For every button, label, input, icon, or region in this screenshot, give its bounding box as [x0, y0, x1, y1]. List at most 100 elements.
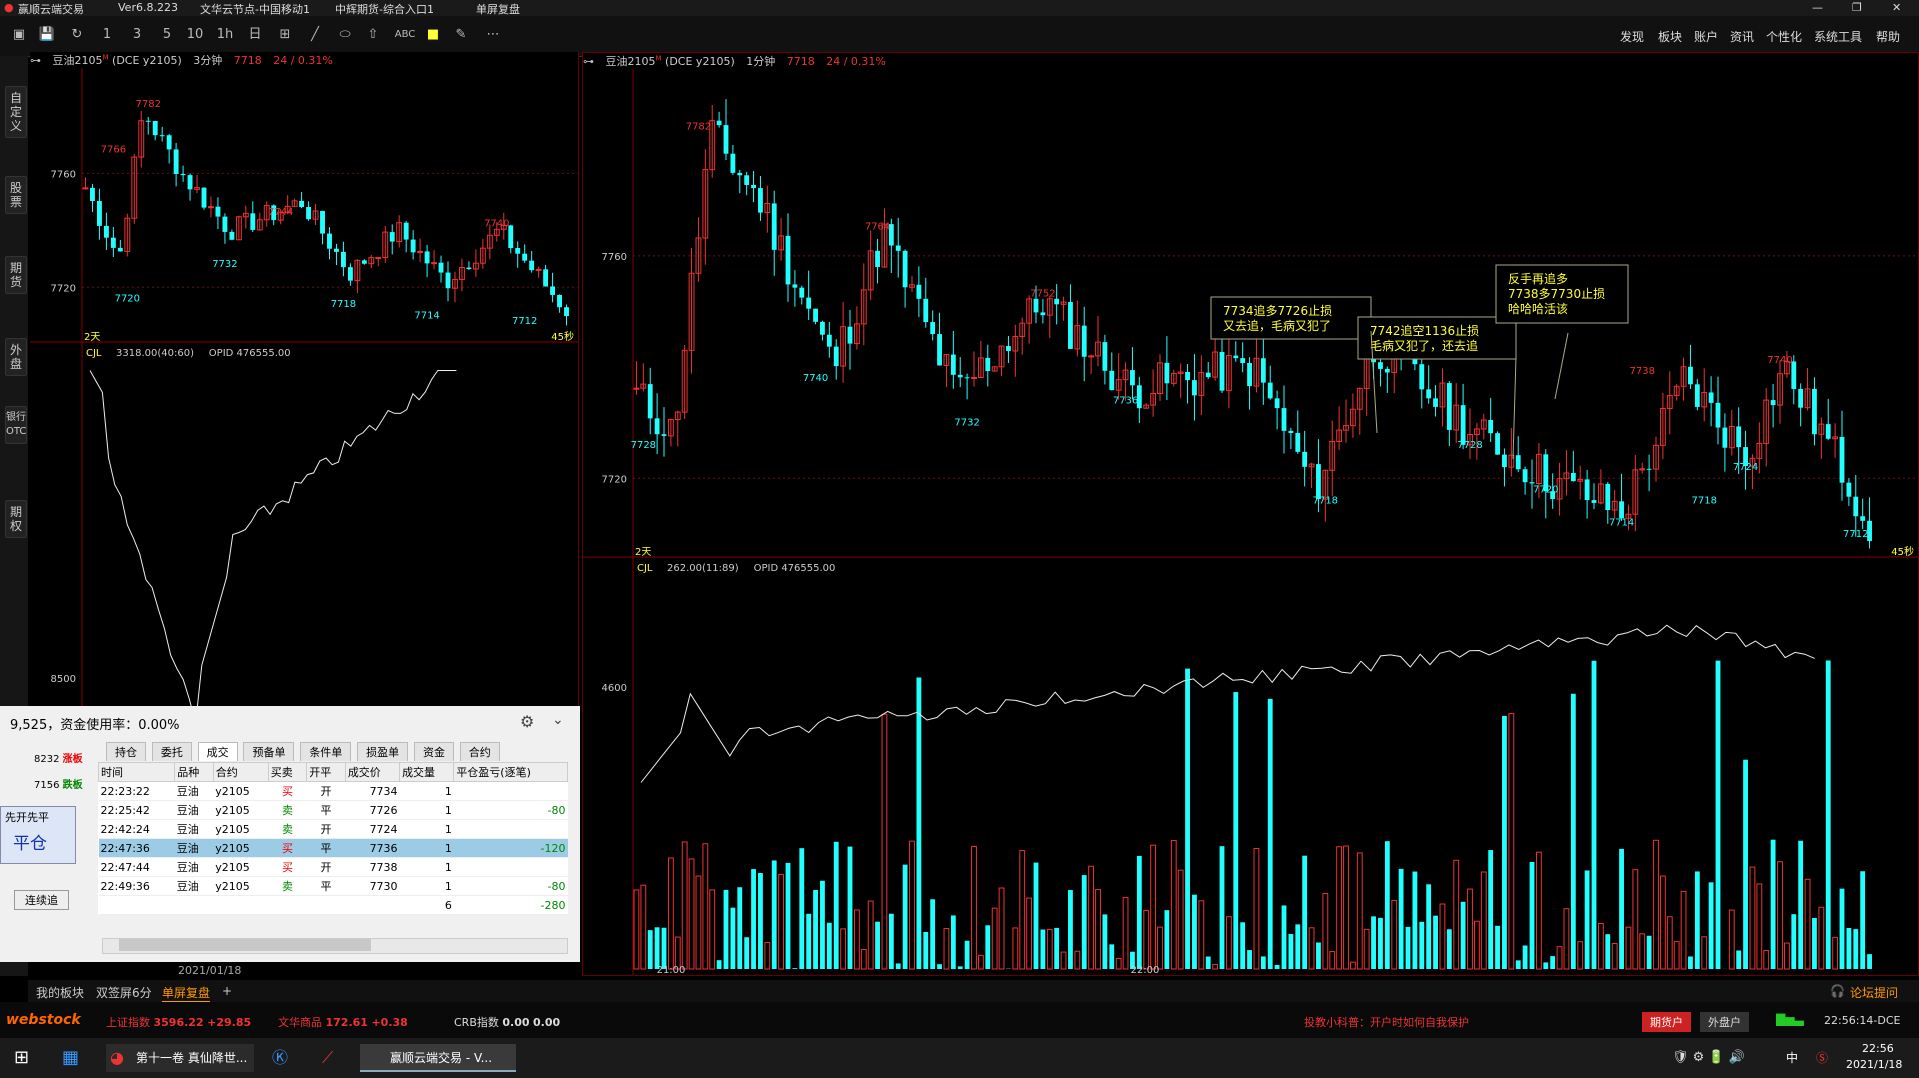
right-period-select[interactable]: 1分钟	[746, 55, 775, 68]
period-day-button[interactable]: 日	[246, 26, 264, 44]
tab-orders[interactable]: 委托	[151, 742, 192, 761]
color-swatch-icon[interactable]: ■	[424, 26, 442, 44]
line-tool-icon[interactable]: ╱	[306, 26, 324, 44]
column-header[interactable]: 品种	[174, 762, 214, 782]
volume-bar-down	[1068, 890, 1073, 969]
table-row[interactable]: 22:47:36 豆油 y2105 买平 7736 1 -120	[98, 838, 568, 858]
continuous-chase-button[interactable]: 连续追	[14, 890, 69, 910]
ime-indicator[interactable]: 中	[1786, 1044, 1798, 1072]
tab-stop-profit[interactable]: 损盈单	[357, 742, 409, 761]
collapse-icon[interactable]: ⌄	[552, 712, 564, 728]
close-button[interactable]: ✕	[1892, 1, 1901, 14]
column-header[interactable]: 时间	[97, 762, 176, 782]
tab-conditional[interactable]: 条件单	[300, 742, 352, 761]
taskbar-trading-app[interactable]: 赢顺云端交易 - V...	[360, 1044, 516, 1072]
refresh-icon[interactable]: ↻	[68, 26, 86, 44]
column-header[interactable]: 平仓盈亏(逐笔)	[453, 762, 568, 782]
index-wh[interactable]: 文华商品 172.61 +0.38	[278, 1014, 408, 1030]
eraser-icon[interactable]: ✎	[452, 26, 470, 44]
left-chart-panel[interactable]: ⊶ 豆油2105M (DCE y2105) 3分钟 7718 24 / 0.31…	[30, 52, 579, 706]
nav-bank-otc[interactable]: 银行OTC	[5, 406, 27, 444]
menu-discover[interactable]: 发现	[1620, 28, 1644, 45]
tab-positions[interactable]: 持仓	[106, 742, 146, 761]
column-header[interactable]: 成交量	[399, 762, 455, 782]
futures-account-button[interactable]: 期货户	[1642, 1012, 1691, 1032]
column-header[interactable]: 开平	[306, 762, 346, 782]
table-row[interactable]: 22:23:22 豆油 y2105 买开 7734 1	[98, 781, 568, 801]
windows-start-icon[interactable]: ⊞	[14, 1044, 29, 1072]
tab-funds[interactable]: 资金	[413, 742, 454, 761]
volume-bar-down	[1267, 698, 1273, 969]
taskbar-browser[interactable]: 第十一卷 真仙降世...	[106, 1044, 254, 1072]
settings-icon[interactable]: ⚙	[520, 712, 534, 731]
text-tool-button[interactable]: ABC	[392, 26, 418, 44]
app-swoosh-icon[interactable]: ⟋	[322, 1044, 333, 1072]
tab-single-replay[interactable]: 单屏复盘	[162, 984, 211, 1003]
period-10-button[interactable]: 10	[186, 26, 204, 44]
menu-sector[interactable]: 板块	[1658, 28, 1682, 45]
link-icon[interactable]: ⊶	[30, 54, 41, 67]
close-position-button[interactable]: 平仓	[1, 827, 75, 856]
table-row[interactable]: 22:42:24 豆油 y2105 卖开 7724 1	[98, 819, 568, 839]
volume-bar-down	[847, 846, 853, 969]
left-period-select[interactable]: 3分钟	[193, 54, 222, 67]
add-tab-button[interactable]: +	[222, 984, 232, 998]
link-icon[interactable]: ⊶	[583, 55, 594, 68]
period-1h-button[interactable]: 1h	[216, 26, 234, 44]
nav-futures[interactable]: 期货	[5, 256, 27, 294]
volume-bar-up	[1577, 941, 1584, 970]
nav-foreign[interactable]: 外盘	[5, 338, 27, 376]
maximize-button[interactable]: ❐	[1852, 1, 1862, 14]
scrollbar-thumb[interactable]	[119, 939, 371, 951]
strategy-label[interactable]: 先开先平	[1, 807, 75, 827]
table-row[interactable]: 22:49:36 豆油 y2105 卖平 7730 1 -80	[98, 876, 568, 896]
tab-prepared[interactable]: 预备单	[243, 742, 295, 761]
layout-icon[interactable]: ▣	[10, 26, 28, 44]
horizontal-scrollbar[interactable]	[102, 938, 568, 954]
forum-link[interactable]: 论坛提问	[1850, 984, 1898, 1001]
column-header[interactable]: 买卖	[267, 762, 308, 782]
tab-contracts[interactable]: 合约	[459, 742, 500, 761]
candle-up	[417, 250, 424, 253]
menu-news[interactable]: 资讯	[1730, 28, 1754, 45]
sogou-icon[interactable]: Ⓢ	[1816, 1044, 1828, 1072]
grid-icon[interactable]: ⊞	[276, 26, 294, 44]
close-position-box[interactable]: 先开先平 平仓	[0, 806, 76, 864]
file-explorer-icon[interactable]: ▦	[62, 1044, 79, 1072]
nav-stocks[interactable]: 股票	[5, 176, 27, 214]
volume-bar-down	[1770, 839, 1776, 969]
menu-account[interactable]: 账户	[1694, 28, 1718, 45]
volume-bar-up	[1632, 869, 1639, 970]
more-icon[interactable]: ⋯	[484, 26, 502, 44]
nav-custom[interactable]: 自定义	[5, 86, 27, 138]
arrow-tool-icon[interactable]: ⇧	[364, 26, 382, 44]
period-1-button[interactable]: 1	[98, 26, 116, 44]
foreign-account-button[interactable]: 外盘户	[1700, 1012, 1749, 1032]
table-row[interactable]: 22:47:44 豆油 y2105 买开 7738 1	[98, 857, 568, 877]
tab-dual-screen[interactable]: 双签屏6分	[96, 984, 152, 1001]
kugou-icon[interactable]: Ⓚ	[272, 1044, 288, 1072]
minimize-button[interactable]: —	[1812, 1, 1823, 14]
save-icon[interactable]: 💾	[38, 26, 56, 44]
tab-fills[interactable]: 成交	[197, 742, 238, 761]
tab-my-sector[interactable]: 我的板块	[36, 984, 84, 1001]
ellipse-tool-icon[interactable]: ⬭	[336, 26, 354, 44]
menu-personalize[interactable]: 个性化	[1766, 28, 1802, 45]
right-chart-panel[interactable]: ⊶ 豆油2105M (DCE y2105) 1分钟 7718 24 / 0.31…	[582, 52, 1919, 976]
table-row[interactable]: 22:25:42 豆油 y2105 卖平 7726 1 -80	[98, 800, 568, 820]
nav-options[interactable]: 期权	[5, 500, 27, 538]
menu-help[interactable]: 帮助	[1876, 28, 1900, 45]
column-header[interactable]: 合约	[212, 762, 269, 782]
volume-bar-down	[1460, 901, 1466, 969]
index-sh[interactable]: 上证指数 3596.22 +29.85	[106, 1014, 251, 1030]
table-cell-pnl: -80	[453, 876, 568, 896]
volume-bar-up	[1177, 869, 1184, 970]
tray-icons[interactable]: 🛡 ⚙ 🔋 🔊	[1672, 1044, 1745, 1072]
period-3-button[interactable]: 3	[128, 26, 146, 44]
column-header[interactable]: 成交价	[344, 762, 401, 782]
period-5-button[interactable]: 5	[158, 26, 176, 44]
menu-tools[interactable]: 系统工具	[1814, 28, 1862, 45]
forum-icon[interactable]: 🎧	[1830, 984, 1845, 998]
education-tip[interactable]: 投教小科普：开户时如何自我保护	[1304, 1014, 1469, 1030]
index-crb[interactable]: CRB指数 0.00 0.00	[454, 1014, 560, 1030]
